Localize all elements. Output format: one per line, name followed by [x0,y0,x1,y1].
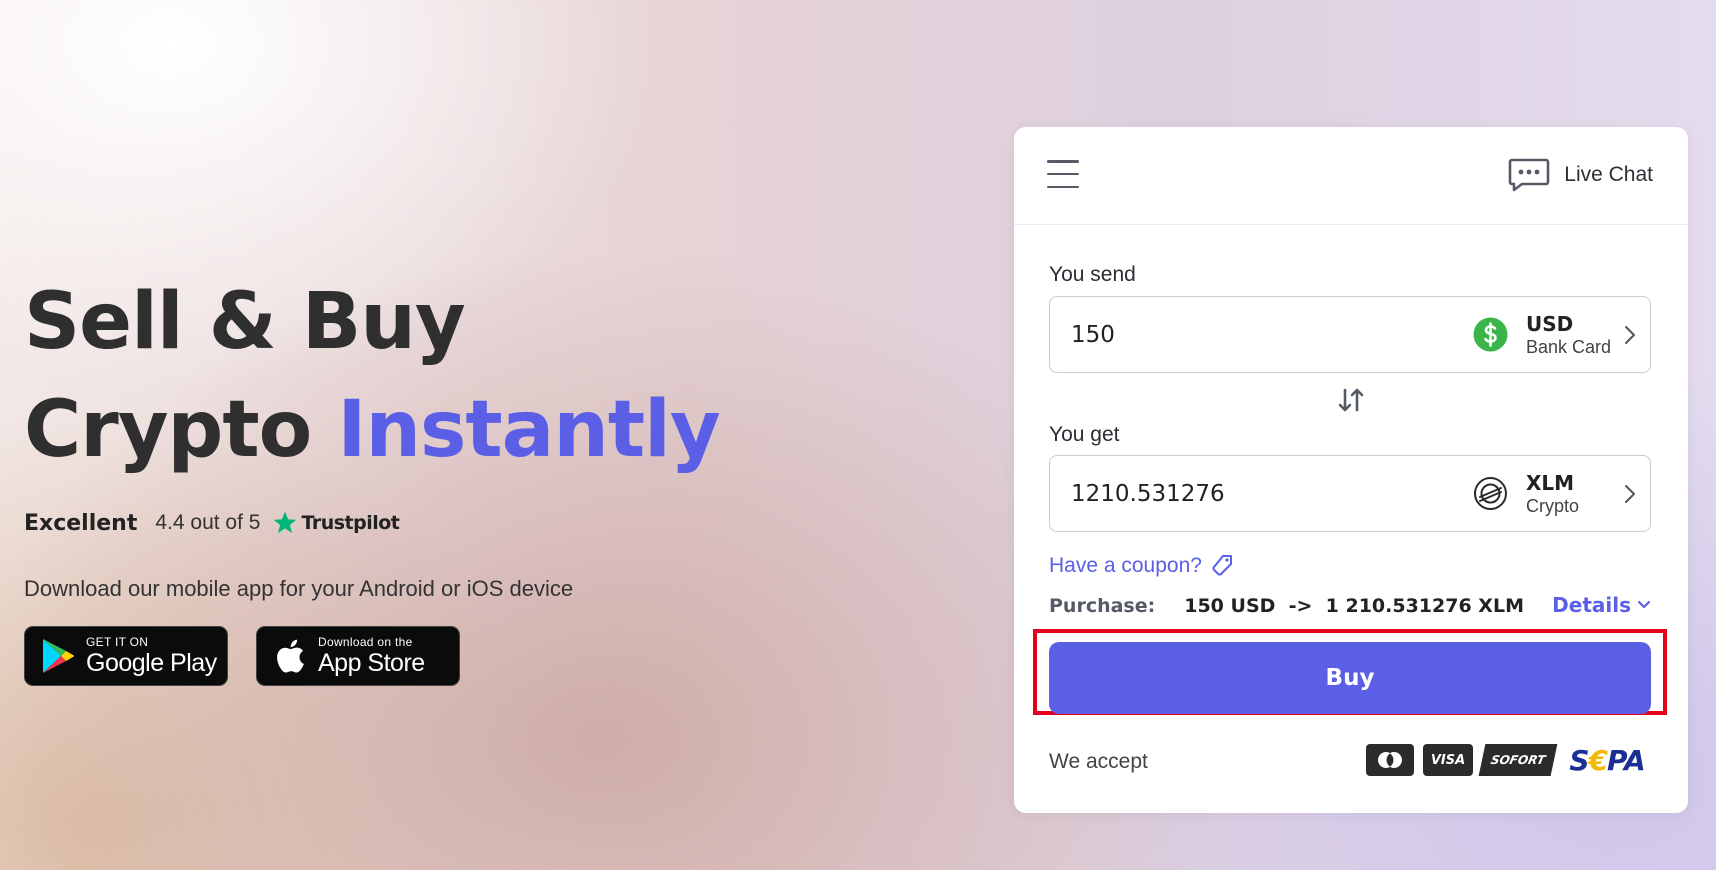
swap-arrows-icon[interactable] [1336,385,1366,415]
accept-label: We accept [1049,750,1148,773]
widget-header: Live Chat [1014,127,1688,225]
chevron-down-icon [1637,600,1651,610]
app-store-small: Download on the [318,634,413,649]
google-play-big: Google Play [86,648,217,677]
send-currency-sub: Bank Card [1526,336,1612,357]
coupon-label: Have a coupon? [1049,554,1202,577]
live-chat-button[interactable]: Live Chat [1508,158,1653,192]
stellar-icon [1473,476,1508,511]
apple-icon [270,636,310,676]
trustpilot-rating: Excellent 4.4 out of 5 Trustpilot [24,510,400,536]
get-currency-sub: Crypto [1526,495,1580,516]
app-store-big: App Store [318,648,425,677]
star-icon [272,510,298,536]
accepted-payments: We accept VISA SOFORT S € PA [1049,744,1651,780]
chevron-right-icon [1624,325,1636,345]
get-amount-box: XLM Crypto [1049,455,1651,532]
send-amount-box: USD Bank Card [1049,296,1651,373]
purchase-summary: 150 USD -> 1 210.531276 XLM [1184,595,1524,617]
rating-label: Excellent [24,510,138,536]
google-play-button[interactable]: GET IT ON Google Play [24,626,228,686]
google-play-small: GET IT ON [86,634,149,649]
send-currency-code: USD [1526,311,1574,336]
send-amount-input[interactable] [1071,321,1431,348]
send-currency-select[interactable]: USD Bank Card [1473,297,1650,372]
get-currency-code: XLM [1526,470,1575,495]
hero: Sell & Buy Crypto Instantly [24,268,721,484]
download-text: Download our mobile app for your Android… [24,576,574,601]
sepa-icon: S € PA [1569,743,1645,777]
live-chat-label: Live Chat [1564,163,1653,186]
hero-title-line1: Sell & Buy [24,277,466,367]
chevron-right-icon [1624,484,1636,504]
mastercard-icon [1366,744,1414,776]
purchase-label: Purchase: [1049,595,1156,617]
details-toggle[interactable]: Details [1552,593,1651,617]
hero-title-accent: Instantly [337,385,720,475]
rating-score: 4.4 out of 5 [155,511,261,534]
visa-icon: VISA [1423,744,1473,776]
get-label: You get [1049,423,1120,446]
details-label: Details [1552,593,1631,617]
coupon-link[interactable]: Have a coupon? [1049,554,1234,578]
dollar-icon [1473,317,1508,352]
exchange-widget: Live Chat You send USD Bank Card [1014,127,1688,813]
sofort-icon: SOFORT [1478,744,1558,776]
buy-button[interactable]: Buy [1049,642,1651,714]
chat-bubble-icon [1508,158,1550,192]
hamburger-menu-icon[interactable] [1047,160,1079,188]
get-currency-select[interactable]: XLM Crypto [1473,456,1650,531]
get-amount-input[interactable] [1071,480,1431,507]
purchase-row: Purchase: 150 USD -> 1 210.531276 XLM De… [1049,593,1651,617]
app-store-button[interactable]: Download on the App Store [256,626,460,686]
tag-icon [1210,554,1234,578]
send-label: You send [1049,263,1136,286]
hero-title-plain: Crypto [24,385,312,475]
trustpilot-label[interactable]: Trustpilot [301,512,399,534]
hero-title: Sell & Buy Crypto Instantly [24,268,721,484]
google-play-icon [38,636,78,676]
